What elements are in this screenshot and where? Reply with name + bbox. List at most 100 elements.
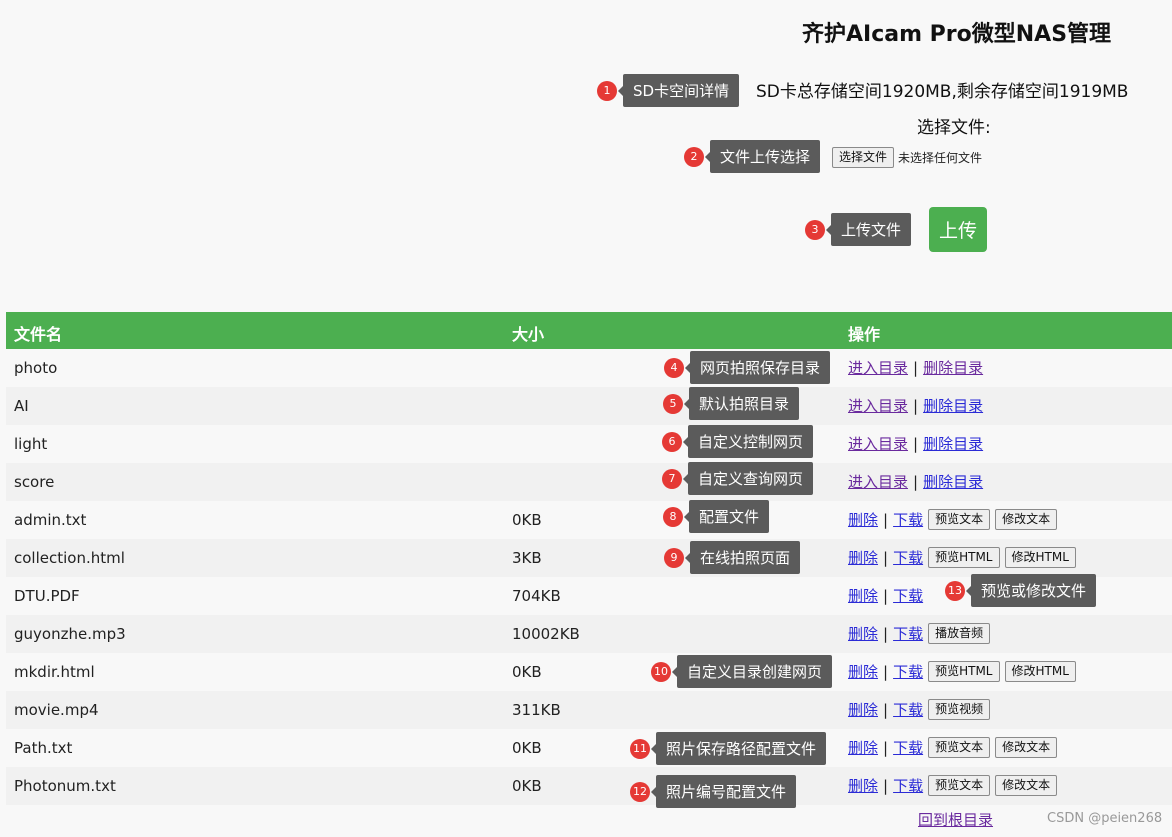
- header-filename: 文件名: [14, 325, 63, 344]
- edit-text-button[interactable]: 修改文本: [995, 775, 1058, 796]
- annotation-2: 2 文件上传选择: [684, 140, 821, 173]
- annotation-5: 5 默认拍照目录: [663, 387, 800, 420]
- file-name: Photonum.txt: [14, 777, 116, 795]
- annotation-13: 13 预览或修改文件: [945, 574, 1097, 607]
- annotation-badge: 13: [945, 580, 965, 601]
- annotation-8: 8 配置文件: [663, 500, 770, 533]
- file-size: 311KB: [512, 701, 561, 719]
- header-size: 大小: [512, 325, 545, 344]
- file-size: 0KB: [512, 511, 542, 529]
- download-link[interactable]: 下载: [893, 547, 923, 568]
- table-row: light 进入目录 | 删除目录: [6, 425, 1172, 463]
- preview-html-button[interactable]: 预览HTML: [928, 547, 1000, 568]
- annotation-badge: 2: [684, 146, 704, 167]
- enter-dir-link[interactable]: 进入目录: [848, 433, 908, 454]
- edit-text-button[interactable]: 修改文本: [995, 509, 1058, 530]
- file-size: 3KB: [512, 549, 542, 567]
- annotation-9: 9 在线拍照页面: [664, 541, 801, 574]
- row-actions: 进入目录 | 删除目录: [848, 395, 983, 416]
- download-link[interactable]: 下载: [893, 661, 923, 682]
- delete-dir-link[interactable]: 删除目录: [923, 395, 983, 416]
- file-name: Path.txt: [14, 739, 73, 757]
- annotation-6: 6 自定义控制网页: [662, 425, 814, 458]
- storage-info: SD卡总存储空间1920MB,剩余存储空间1919MB: [756, 82, 1129, 102]
- file-size: 0KB: [512, 663, 542, 681]
- preview-text-button[interactable]: 预览文本: [928, 737, 991, 758]
- annotation-badge: 10: [651, 661, 671, 682]
- row-actions: 删除 | 下载 播放音频: [848, 623, 991, 644]
- annotation-label: 预览或修改文件: [965, 574, 1097, 607]
- table-row: collection.html 3KB 删除 | 下载 预览HTML 修改HTM…: [6, 539, 1172, 577]
- annotation-badge: 5: [663, 393, 683, 414]
- choose-file-button[interactable]: 选择文件: [832, 147, 895, 168]
- annotation-label: 自定义目录创建网页: [671, 655, 833, 688]
- row-actions: 删除 | 下载 预览HTML 修改HTML: [848, 547, 1076, 568]
- annotation-label: 照片编号配置文件: [650, 775, 797, 808]
- annotation-label: 自定义查询网页: [682, 462, 814, 495]
- preview-video-button[interactable]: 预览视频: [928, 699, 991, 720]
- download-link[interactable]: 下载: [893, 585, 923, 606]
- row-actions: 进入目录 | 删除目录: [848, 471, 983, 492]
- delete-dir-link[interactable]: 删除目录: [923, 433, 983, 454]
- annotation-label: 配置文件: [683, 500, 770, 533]
- annotation-badge: 4: [664, 357, 684, 378]
- annotation-3: 3 上传文件: [805, 213, 912, 246]
- file-size: 0KB: [512, 777, 542, 795]
- delete-link[interactable]: 删除: [848, 585, 878, 606]
- table-row: Photonum.txt 0KB 删除 | 下载 预览文本 修改文本: [6, 767, 1172, 805]
- table-row: admin.txt 0KB 删除 | 下载 预览文本 修改文本: [6, 501, 1172, 539]
- download-link[interactable]: 下载: [893, 509, 923, 530]
- separator: |: [883, 776, 889, 795]
- delete-dir-link[interactable]: 删除目录: [923, 357, 983, 378]
- preview-html-button[interactable]: 预览HTML: [928, 661, 1000, 682]
- preview-text-button[interactable]: 预览文本: [928, 775, 991, 796]
- download-link[interactable]: 下载: [893, 699, 923, 720]
- file-name: movie.mp4: [14, 701, 99, 719]
- edit-html-button[interactable]: 修改HTML: [1004, 661, 1076, 682]
- table-row: score 进入目录 | 删除目录: [6, 463, 1172, 501]
- annotation-label: 网页拍照保存目录: [684, 351, 831, 384]
- annotation-badge: 7: [662, 468, 682, 489]
- delete-link[interactable]: 删除: [848, 737, 878, 758]
- delete-link[interactable]: 删除: [848, 623, 878, 644]
- download-link[interactable]: 下载: [893, 623, 923, 644]
- play-audio-button[interactable]: 播放音频: [928, 623, 991, 644]
- delete-link[interactable]: 删除: [848, 699, 878, 720]
- row-actions: 删除 | 下载 预览文本 修改文本: [848, 737, 1058, 758]
- enter-dir-link[interactable]: 进入目录: [848, 357, 908, 378]
- delete-link[interactable]: 删除: [848, 661, 878, 682]
- choose-file-label: 选择文件:: [917, 118, 991, 138]
- delete-link[interactable]: 删除: [848, 509, 878, 530]
- annotation-11: 11 照片保存路径配置文件: [630, 732, 827, 765]
- table-row: movie.mp4 311KB 删除 | 下载 预览视频: [6, 691, 1172, 729]
- row-actions: 删除 | 下载 预览HTML 修改HTML: [848, 661, 1076, 682]
- separator: |: [913, 472, 919, 491]
- edit-html-button[interactable]: 修改HTML: [1004, 547, 1076, 568]
- upload-button[interactable]: 上传: [929, 207, 987, 252]
- page-title: 齐护AIcam Pro微型NAS管理: [802, 22, 1112, 47]
- delete-link[interactable]: 删除: [848, 775, 878, 796]
- download-link[interactable]: 下载: [893, 737, 923, 758]
- file-name: AI: [14, 397, 29, 415]
- file-input[interactable]: 选择文件 未选择任何文件: [832, 147, 982, 168]
- annotation-badge: 12: [630, 781, 650, 802]
- download-link[interactable]: 下载: [893, 775, 923, 796]
- annotation-label: 在线拍照页面: [684, 541, 801, 574]
- preview-text-button[interactable]: 预览文本: [928, 509, 991, 530]
- table-row: mkdir.html 0KB 删除 | 下载 预览HTML 修改HTML: [6, 653, 1172, 691]
- delete-dir-link[interactable]: 删除目录: [923, 471, 983, 492]
- enter-dir-link[interactable]: 进入目录: [848, 395, 908, 416]
- annotation-4: 4 网页拍照保存目录: [664, 351, 831, 384]
- header-actions: 操作: [848, 325, 881, 344]
- annotation-7: 7 自定义查询网页: [662, 462, 814, 495]
- edit-text-button[interactable]: 修改文本: [995, 737, 1058, 758]
- back-to-root-link[interactable]: 回到根目录: [918, 809, 993, 830]
- file-name: score: [14, 473, 55, 491]
- file-size: 0KB: [512, 739, 542, 757]
- delete-link[interactable]: 删除: [848, 547, 878, 568]
- row-actions: 删除 | 下载 预览视频: [848, 699, 991, 720]
- no-file-text: 未选择任何文件: [898, 151, 983, 165]
- file-name: mkdir.html: [14, 663, 95, 681]
- enter-dir-link[interactable]: 进入目录: [848, 471, 908, 492]
- separator: |: [913, 358, 919, 377]
